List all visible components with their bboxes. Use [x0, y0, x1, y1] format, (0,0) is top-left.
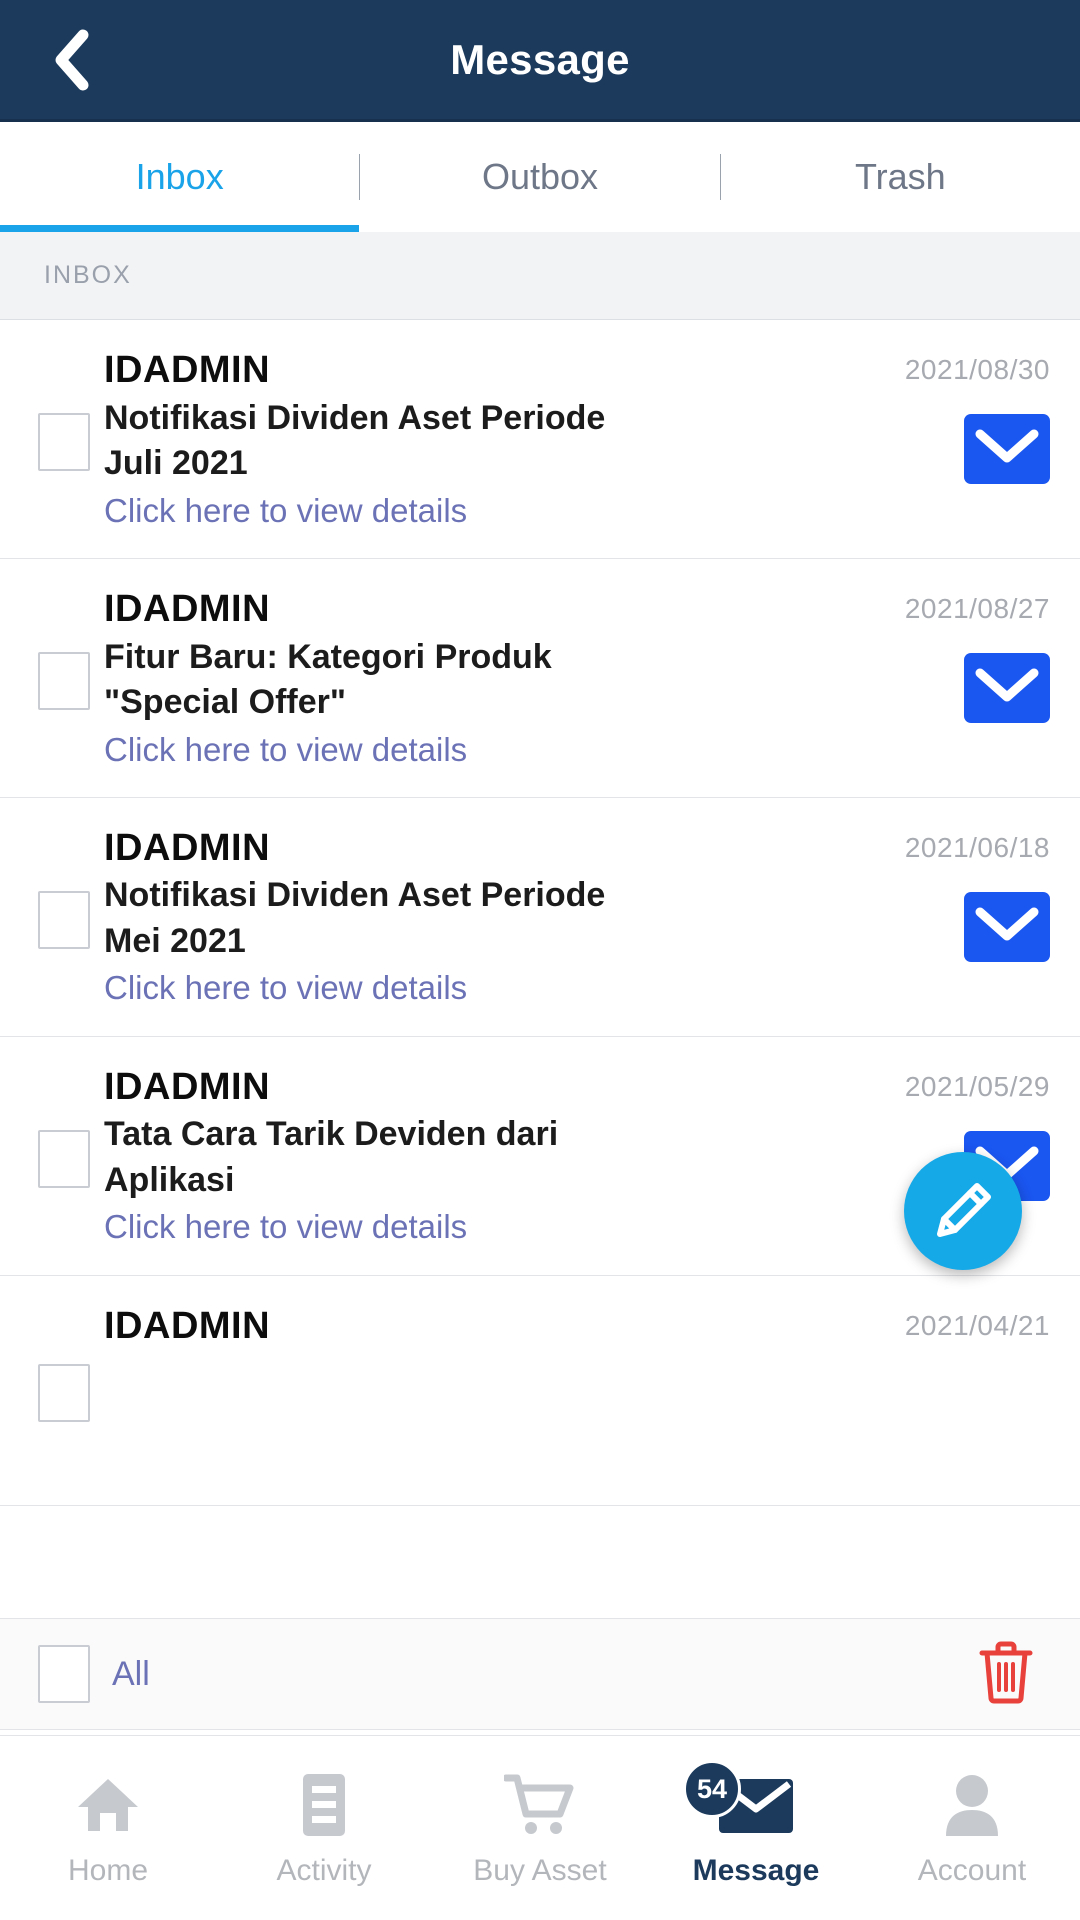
nav-label-message: Message: [692, 1854, 820, 1887]
message-subject: Tata Cara Tarik Deviden dari: [104, 1115, 559, 1154]
message-checkbox-wrap[interactable]: [24, 1124, 104, 1188]
message-details-link[interactable]: Click here to view details: [104, 729, 810, 771]
tab-bar: Inbox Outbox Trash: [0, 122, 1080, 232]
message-checkbox-wrap[interactable]: [24, 885, 104, 949]
nav-item-home[interactable]: Home: [0, 1768, 216, 1888]
message-body: IDADMIN Notifikasi Dividen Aset Periode …: [104, 346, 820, 532]
pencil-icon: [937, 1183, 991, 1237]
message-body: IDADMIN: [104, 1302, 820, 1351]
message-checkbox-wrap[interactable]: [24, 646, 104, 710]
delete-selected-button[interactable]: [978, 1640, 1034, 1709]
message-row[interactable]: IDADMIN Notifikasi Dividen Aset Periode …: [0, 320, 1080, 559]
nav-label-home: Home: [67, 1854, 149, 1887]
envelope-icon-wrap: 54: [683, 1760, 795, 1842]
home-icon-wrap: [74, 1768, 142, 1842]
message-screen: Message Inbox Outbox Trash INBOX IDADMIN…: [0, 0, 1080, 1920]
message-subject-line2: "Special Offer": [104, 683, 346, 722]
message-sender: IDADMIN: [104, 1065, 271, 1108]
nav-item-account[interactable]: Account: [864, 1768, 1080, 1888]
back-button[interactable]: [36, 25, 106, 95]
message-body: IDADMIN Fitur Baru: Kategori Produk "Spe…: [104, 585, 820, 771]
message-subject-line2: Aplikasi: [104, 1160, 235, 1199]
section-header-label: INBOX: [44, 261, 132, 289]
message-subject-line2: Mei 2021: [104, 921, 246, 960]
compose-fab-button[interactable]: [904, 1152, 1022, 1270]
message-subject: Notifikasi Dividen Aset Periode: [104, 876, 606, 915]
message-badge: 54: [683, 1760, 741, 1818]
section-header-inbox: INBOX: [0, 232, 1080, 320]
message-meta: 2021/04/21: [820, 1302, 1050, 1342]
tab-outbox[interactable]: Outbox: [360, 122, 719, 232]
select-all-label[interactable]: All: [112, 1655, 978, 1694]
nav-item-message[interactable]: 54 Message: [648, 1760, 864, 1888]
select-all-bar: All: [0, 1618, 1080, 1730]
message-row[interactable]: IDADMIN Notifikasi Dividen Aset Periode …: [0, 798, 1080, 1037]
trash-icon: [979, 1641, 1033, 1703]
message-checkbox[interactable]: [38, 1364, 90, 1423]
message-meta: 2021/08/27: [820, 585, 1050, 728]
user-icon: [946, 1775, 998, 1836]
message-date: 2021/04/21: [904, 1309, 1050, 1341]
message-row[interactable]: IDADMIN 2021/04/21: [0, 1276, 1080, 1506]
message-date: 2021/08/30: [904, 354, 1050, 385]
select-all-checkbox[interactable]: [38, 1645, 90, 1703]
user-icon-wrap: [942, 1768, 1002, 1842]
message-details-link[interactable]: Click here to view details: [104, 967, 810, 1009]
page-title: Message: [450, 35, 630, 83]
message-subject: Notifikasi Dividen Aset Periode: [104, 398, 606, 437]
nav-item-buy-asset[interactable]: Buy Asset: [432, 1768, 648, 1888]
message-subject: Fitur Baru: Kategori Produk: [104, 637, 552, 676]
cart-icon-wrap: [504, 1768, 576, 1842]
nav-label-activity: Activity: [276, 1854, 372, 1887]
message-body: IDADMIN Tata Cara Tarik Deviden dari Apl…: [104, 1063, 820, 1249]
select-all-checkbox-wrap[interactable]: [24, 1645, 104, 1703]
envelope-icon: [964, 414, 1050, 484]
message-status-envelope-icon[interactable]: [964, 652, 1050, 728]
message-sender: IDADMIN: [104, 349, 271, 391]
message-meta: 2021/08/30: [820, 346, 1050, 489]
message-body: IDADMIN Notifikasi Dividen Aset Periode …: [104, 824, 820, 1010]
message-checkbox[interactable]: [38, 1129, 90, 1188]
message-sender: IDADMIN: [104, 1304, 271, 1347]
app-header: Message: [0, 0, 1080, 122]
message-checkbox[interactable]: [38, 651, 90, 710]
message-status-envelope-icon[interactable]: [964, 414, 1050, 489]
message-checkbox[interactable]: [38, 890, 90, 949]
message-date: 2021/08/27: [904, 592, 1050, 624]
message-checkbox-wrap[interactable]: [24, 1358, 104, 1423]
message-details-link[interactable]: Click here to view details: [104, 490, 810, 532]
message-subject-line2: Juli 2021: [104, 444, 248, 483]
tab-inbox-label: Inbox: [135, 156, 224, 197]
envelope-icon: [964, 652, 1050, 723]
tab-inbox[interactable]: Inbox: [0, 122, 360, 232]
list-icon-wrap: [297, 1768, 351, 1842]
message-status-envelope-icon[interactable]: [964, 891, 1050, 967]
message-date: 2021/06/18: [904, 831, 1050, 863]
chevron-left-icon: [55, 29, 89, 90]
bottom-navigation: Home Activity Buy Asset 54 Message Accou…: [0, 1735, 1080, 1920]
message-date: 2021/05/29: [904, 1070, 1050, 1102]
tab-outbox-label: Outbox: [481, 156, 599, 197]
envelope-icon: [964, 891, 1050, 962]
nav-label-account: Account: [917, 1854, 1027, 1887]
message-sender: IDADMIN: [104, 826, 271, 869]
message-meta: 2021/06/18: [820, 824, 1050, 967]
tab-trash[interactable]: Trash: [721, 122, 1080, 232]
home-icon: [78, 1779, 138, 1831]
cart-icon: [504, 1774, 574, 1834]
tab-trash-label: Trash: [854, 156, 946, 197]
nav-item-activity[interactable]: Activity: [216, 1768, 432, 1888]
list-icon: [303, 1774, 345, 1836]
message-details-link[interactable]: Click here to view details: [104, 1206, 810, 1248]
message-sender: IDADMIN: [104, 587, 271, 630]
message-list: IDADMIN Notifikasi Dividen Aset Periode …: [0, 320, 1080, 1506]
message-checkbox-wrap[interactable]: [24, 407, 104, 471]
nav-label-buy-asset: Buy Asset: [473, 1854, 607, 1887]
message-row[interactable]: IDADMIN Fitur Baru: Kategori Produk "Spe…: [0, 559, 1080, 798]
message-checkbox[interactable]: [38, 412, 90, 471]
